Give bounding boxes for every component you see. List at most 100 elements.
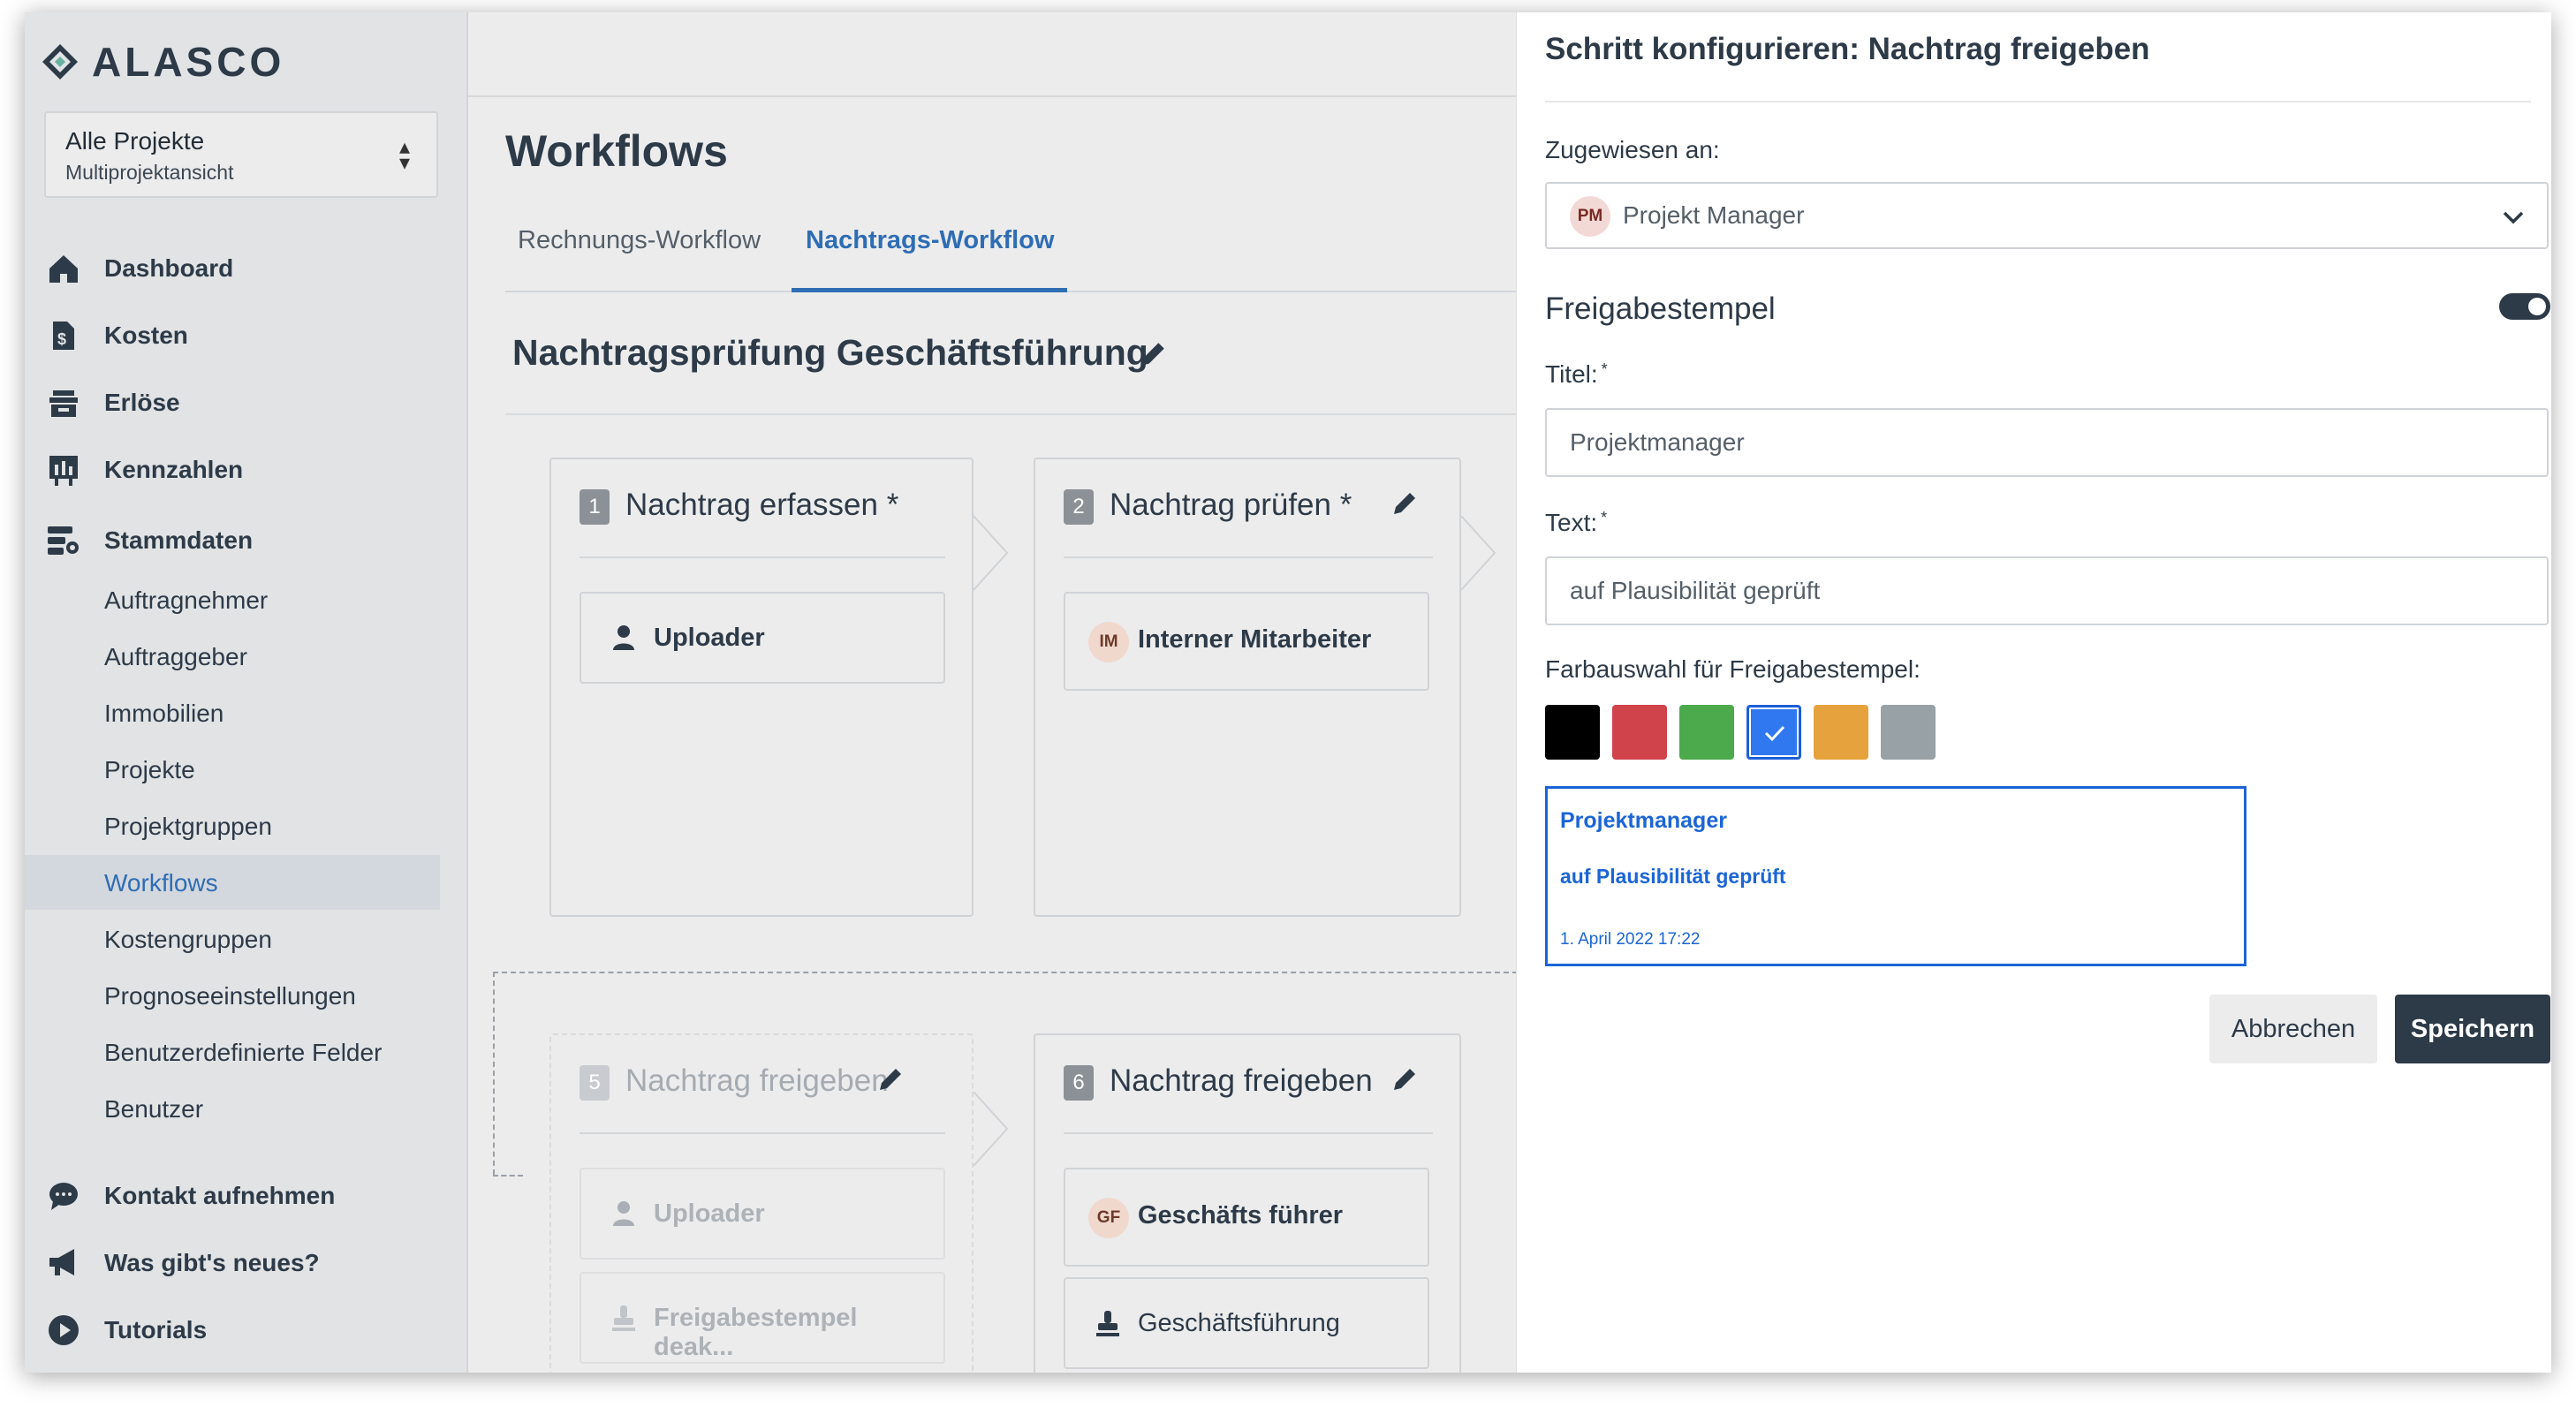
step-card-uploader[interactable]: Uploader <box>580 592 945 684</box>
workflow-step-2[interactable]: 2 Nachtrag prüfen * IM Interner Mitarbei… <box>1034 458 1461 917</box>
step-divider <box>580 556 945 558</box>
project-selector-subtitle: Multiprojektansicht <box>65 161 234 184</box>
workflow-step-6[interactable]: 6 Nachtrag freigeben GF Geschäfts führer… <box>1034 1033 1461 1373</box>
pencil-icon[interactable] <box>1390 489 1419 518</box>
chevron-down-icon <box>2503 211 2524 224</box>
color-swatch-green[interactable] <box>1679 705 1734 760</box>
step-card-uploader[interactable]: Uploader <box>580 1168 945 1260</box>
save-button[interactable]: Speichern <box>2395 995 2550 1063</box>
assignee-value: Projekt Manager <box>1623 201 1805 229</box>
main-content: Workflows Rechnungs-Workflow Nachtrags-W… <box>468 12 1518 1373</box>
tab-nachtrags-workflow[interactable]: Nachtrags-Workflow <box>806 226 1054 255</box>
sidebar-subitem-benutzer[interactable]: Benutzer <box>25 1081 440 1136</box>
avatar: GF <box>1088 1198 1129 1238</box>
workflow-divider <box>505 413 1516 415</box>
step-title: Nachtrag prüfen * <box>1110 488 1352 522</box>
sidebar-item-label: Tutorials <box>104 1316 208 1343</box>
stamp-toggle[interactable] <box>2499 293 2550 320</box>
stamp-text-input[interactable]: auf Plausibilität geprüft <box>1545 556 2549 625</box>
color-swatch-gray[interactable] <box>1881 705 1936 760</box>
sidebar-item-kosten[interactable]: $ Kosten <box>25 311 466 360</box>
color-swatch-orange[interactable] <box>1814 705 1868 760</box>
title-label-text: Titel: <box>1545 360 1598 388</box>
project-selector-title: Alle Projekte <box>65 127 205 155</box>
color-swatch-blue[interactable] <box>1746 705 1801 760</box>
sidebar-item-stammdaten[interactable]: Stammdaten <box>25 516 466 565</box>
sidebar-item-news[interactable]: Was gibt's neues? <box>25 1238 466 1288</box>
workflow-step-1[interactable]: 1 Nachtrag erfassen * Uploader <box>549 458 974 917</box>
pencil-icon[interactable] <box>876 1065 905 1093</box>
step-card-stamp-disabled[interactable]: Freigabestempel deak... <box>580 1272 945 1364</box>
assignee-select[interactable]: PM Projekt Manager <box>1545 182 2549 249</box>
step-divider <box>580 1132 945 1134</box>
sidebar-item-label: Kosten <box>104 322 188 349</box>
sidebar-item-kontakt[interactable]: Kontakt aufnehmen <box>25 1171 466 1221</box>
sidebar-item-label: Erlöse <box>104 389 180 416</box>
sidebar-subitem-kostengruppen[interactable]: Kostengruppen <box>25 912 440 966</box>
sidebar-subitem-label: Projekte <box>104 756 195 783</box>
sidebar-subitem-auftraggeber[interactable]: Auftraggeber <box>25 629 440 684</box>
header-divider <box>468 95 1516 97</box>
sidebar-subitem-prognoseeinstellungen[interactable]: Prognoseeinstellungen <box>25 968 440 1023</box>
sidebar-subitem-label: Benutzer <box>104 1095 204 1123</box>
avatar: IM <box>1088 622 1129 662</box>
color-swatch-red[interactable] <box>1612 705 1667 760</box>
disabled-branch-connector <box>493 972 523 1177</box>
step-card-stamp[interactable]: Geschäftsführung <box>1064 1277 1429 1369</box>
panel-divider <box>1545 101 2531 102</box>
kpi-chart-icon <box>49 456 78 486</box>
active-tab-indicator <box>792 288 1067 292</box>
revenue-icon <box>49 390 78 417</box>
pencil-icon[interactable] <box>1390 1065 1419 1093</box>
logo-text: ALASCO <box>92 39 285 85</box>
sidebar-subitem-label: Projektgruppen <box>104 813 272 840</box>
master-data-icon <box>48 526 79 555</box>
sidebar-subitem-immobilien[interactable]: Immobilien <box>25 685 440 740</box>
card-label: Uploader <box>654 1199 765 1228</box>
logo[interactable]: ALASCO <box>41 35 284 88</box>
stamp-icon <box>612 1305 635 1331</box>
step-title: Nachtrag erfassen * <box>625 488 899 522</box>
tab-rechnungs-workflow[interactable]: Rechnungs-Workflow <box>518 226 761 255</box>
sidebar: ALASCO Alle Projekte Multiprojektansicht… <box>25 12 468 1373</box>
step-title: Nachtrag freigeben <box>1110 1063 1373 1098</box>
sidebar-item-dashboard[interactable]: Dashboard <box>25 244 466 293</box>
sort-arrows-icon: ▴ ▾ <box>398 135 410 175</box>
alasco-logo-icon <box>42 44 78 79</box>
card-label: Uploader <box>654 624 765 652</box>
pencil-icon[interactable] <box>1138 339 1168 369</box>
step-card-interner-mitarbeiter[interactable]: IM Interner Mitarbeiter <box>1064 592 1429 691</box>
color-swatch-black[interactable] <box>1545 705 1600 760</box>
sidebar-subitem-workflows[interactable]: Workflows <box>25 855 440 910</box>
sidebar-item-label: Dashboard <box>104 254 234 282</box>
sidebar-item-label: Kennzahlen <box>104 456 244 483</box>
megaphone-icon <box>49 1249 74 1275</box>
sidebar-item-kennzahlen[interactable]: Kennzahlen <box>25 445 466 495</box>
user-icon <box>613 1201 634 1226</box>
sidebar-subitem-projekte[interactable]: Projekte <box>25 742 440 797</box>
text-label-text: Text: <box>1545 509 1598 536</box>
required-mark: * <box>1601 360 1608 378</box>
app-window: ALASCO Alle Projekte Multiprojektansicht… <box>25 12 2551 1373</box>
sidebar-subitem-label: Prognoseeinstellungen <box>104 982 356 1010</box>
step-number: 5 <box>580 1065 610 1101</box>
step-divider <box>1064 1132 1433 1134</box>
sidebar-subitem-label: Immobilien <box>104 700 224 727</box>
step-config-panel: Schritt konfigurieren: Nachtrag freigebe… <box>1516 12 2551 1373</box>
user-icon <box>613 625 634 650</box>
step-title: Nachtrag freigeben <box>625 1063 889 1098</box>
sidebar-item-tutorials[interactable]: Tutorials <box>25 1305 466 1355</box>
project-selector[interactable]: Alle Projekte Multiprojektansicht ▴ ▾ <box>44 111 438 198</box>
sidebar-subitem-benutzerdefinierte-felder[interactable]: Benutzerdefinierte Felder <box>25 1025 440 1079</box>
sidebar-item-label: Stammdaten <box>104 526 254 554</box>
cancel-button[interactable]: Abbrechen <box>2209 995 2377 1063</box>
workflow-step-5[interactable]: 5 Nachtrag freigeben Uploader Freigabest… <box>549 1033 974 1373</box>
preview-title: Projektmanager <box>1560 808 1727 833</box>
stamp-title-input[interactable]: Projektmanager <box>1545 408 2549 477</box>
text-label: Text: * <box>1545 509 1607 537</box>
sidebar-subitem-projektgruppen[interactable]: Projektgruppen <box>25 798 440 853</box>
sidebar-item-erloese[interactable]: Erlöse <box>25 378 466 428</box>
step-arrow <box>974 516 1009 590</box>
step-card-geschaeftsfuehrer[interactable]: GF Geschäfts führer <box>1064 1168 1429 1267</box>
sidebar-subitem-auftragnehmer[interactable]: Auftragnehmer <box>25 572 440 627</box>
